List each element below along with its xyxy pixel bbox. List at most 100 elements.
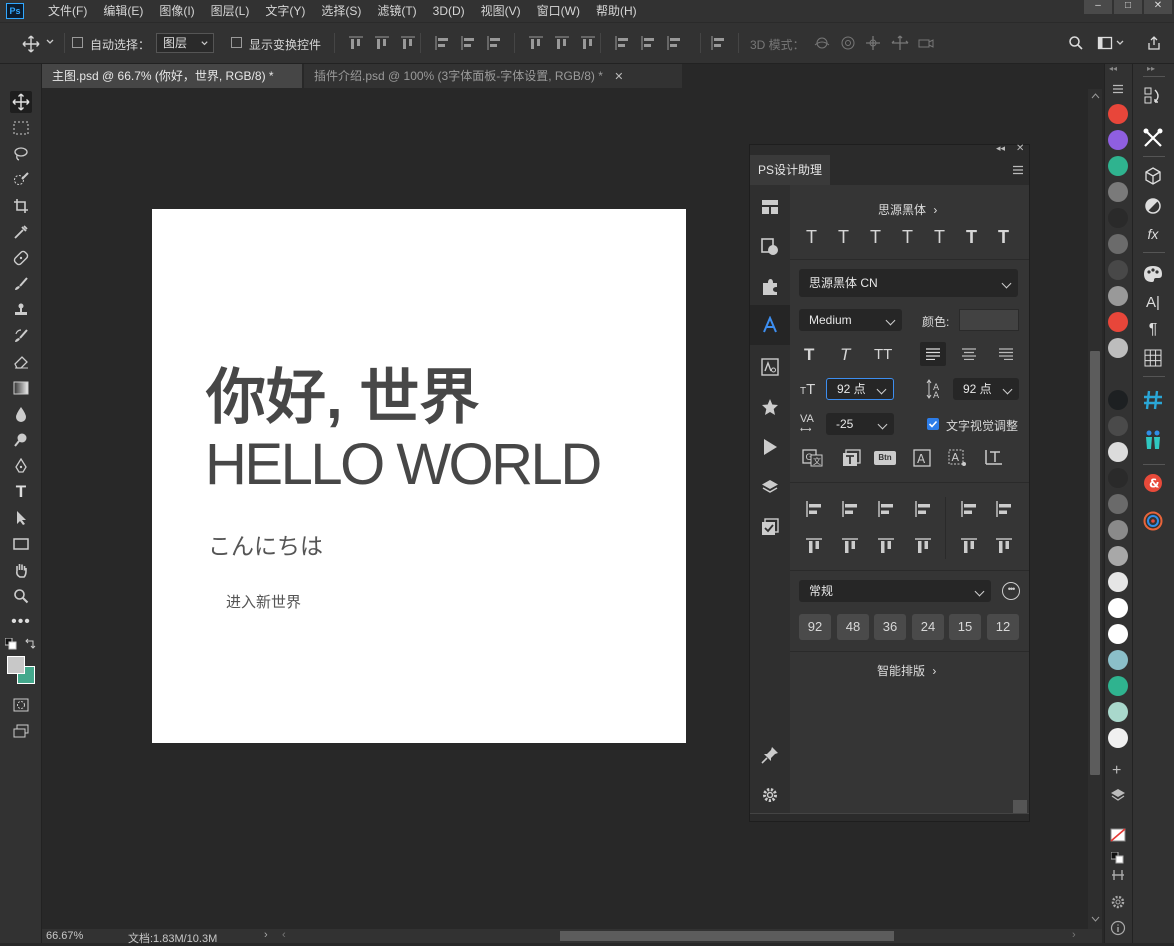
- distribute-right-icon[interactable]: [666, 35, 682, 51]
- headline-chinese[interactable]: 你好, 世界: [206, 349, 479, 436]
- quick-selection-tool[interactable]: [10, 169, 32, 191]
- align-left-icon[interactable]: [805, 500, 823, 518]
- zoom-tool[interactable]: [10, 585, 32, 607]
- history-panel-icon[interactable]: [1142, 85, 1164, 107]
- distribute-v-icon[interactable]: [914, 537, 932, 555]
- align-middle-box-icon[interactable]: [960, 537, 978, 555]
- align-right-icon[interactable]: [877, 500, 895, 518]
- menu-help[interactable]: 帮助(H): [588, 0, 645, 22]
- subtitle-japanese[interactable]: こんにちは: [208, 527, 323, 561]
- color-swatch[interactable]: [1108, 130, 1128, 150]
- size-preset-button[interactable]: 24: [912, 614, 944, 640]
- hand-tool[interactable]: [10, 559, 32, 581]
- align-bottom-icon[interactable]: [877, 537, 895, 555]
- font-family-link[interactable]: 思源黑体 ›: [878, 201, 937, 218]
- scroll-up-icon[interactable]: [1091, 92, 1100, 100]
- rectangle-tool[interactable]: [10, 533, 32, 555]
- distribute-bottom-icon[interactable]: [580, 35, 596, 51]
- color-swatch[interactable]: [1108, 572, 1128, 592]
- collapse-icon[interactable]: ◂◂: [1109, 64, 1127, 73]
- align-vertical-centers-icon[interactable]: [374, 35, 390, 51]
- text-baseline-icon[interactable]: [984, 449, 1004, 467]
- all-caps-button[interactable]: TT: [874, 346, 892, 363]
- spiral-plugin-icon[interactable]: [1142, 510, 1164, 532]
- resize-grip[interactable]: [1013, 800, 1027, 814]
- leading-select[interactable]: 92 点: [953, 378, 1019, 400]
- size-preset-button[interactable]: 92: [799, 614, 831, 640]
- color-swatch[interactable]: [1108, 312, 1128, 332]
- color-swatch[interactable]: [1108, 286, 1128, 306]
- eraser-tool[interactable]: [10, 351, 32, 373]
- 3d-cube-icon[interactable]: [1142, 165, 1164, 187]
- align-top-icon[interactable]: [805, 537, 823, 555]
- tracking-select[interactable]: -25: [826, 413, 894, 435]
- pin-icon[interactable]: [758, 743, 782, 767]
- tools-cross-icon[interactable]: [1142, 127, 1164, 149]
- horizontal-scroll-thumb[interactable]: [560, 931, 894, 941]
- color-swatch[interactable]: [1108, 182, 1128, 202]
- swap-swatch-icon[interactable]: [1111, 852, 1125, 864]
- auto-align-layers-icon[interactable]: [710, 35, 726, 51]
- align-left-text-button[interactable]: [920, 342, 946, 366]
- text-panel-icon[interactable]: [750, 305, 790, 345]
- align-center-both-icon[interactable]: [960, 500, 978, 518]
- gradient-tool[interactable]: [10, 377, 32, 399]
- font-search-icon[interactable]: [758, 355, 782, 379]
- foreground-color-swatch[interactable]: [7, 656, 25, 674]
- faux-bold-button[interactable]: T: [804, 345, 814, 365]
- adjustments-icon[interactable]: [1142, 195, 1164, 217]
- brush-tool[interactable]: [10, 273, 32, 295]
- distribute-hcenter-icon[interactable]: [640, 35, 656, 51]
- color-swatch[interactable]: [1108, 338, 1128, 358]
- size-preset-button[interactable]: 36: [874, 614, 906, 640]
- color-swatch[interactable]: [1108, 624, 1128, 644]
- crop-tool[interactable]: [10, 195, 32, 217]
- menu-edit[interactable]: 编辑(E): [95, 0, 151, 22]
- size-preset-button[interactable]: 12: [987, 614, 1019, 640]
- weight-thin-button[interactable]: T: [806, 227, 817, 248]
- font-size-select[interactable]: 92 点: [826, 378, 894, 400]
- menu-view[interactable]: 视图(V): [473, 0, 529, 22]
- star-icon[interactable]: [758, 395, 782, 419]
- zoom-level[interactable]: 66.67%: [46, 930, 83, 942]
- artboard[interactable]: 你好, 世界 HELLO WORLD こんにちは 进入新世界: [152, 209, 686, 743]
- swatch-menu-icon[interactable]: [1112, 84, 1124, 94]
- align-bottom-edges-icon[interactable]: [400, 35, 416, 51]
- color-swatch[interactable]: [1108, 676, 1128, 696]
- style-select[interactable]: 常规: [799, 580, 991, 602]
- size-preset-button[interactable]: 15: [949, 614, 981, 640]
- scroll-right-icon[interactable]: ›: [1072, 929, 1076, 941]
- scroll-down-icon[interactable]: [1091, 915, 1100, 923]
- sync-icon[interactable]: [1111, 868, 1125, 882]
- weight-light-button[interactable]: T: [870, 227, 881, 248]
- smart-layout-link[interactable]: 智能排版 ›: [877, 662, 936, 679]
- button-text-icon[interactable]: Btn: [874, 451, 896, 465]
- translate-text-icon[interactable]: G文: [802, 449, 824, 467]
- default-colors-icon[interactable]: [5, 638, 17, 650]
- maximize-button[interactable]: □: [1114, 0, 1142, 14]
- 3d-camera-icon[interactable]: [917, 35, 934, 51]
- align-left-edges-icon[interactable]: [434, 35, 450, 51]
- shapes-icon[interactable]: [758, 235, 782, 259]
- collapse-icon[interactable]: ▸▸: [1147, 64, 1155, 73]
- align-hcenter-icon[interactable]: [841, 500, 859, 518]
- weight-heavy-button[interactable]: T: [998, 227, 1009, 248]
- caption-text[interactable]: 进入新世界: [226, 591, 301, 612]
- add-swatch-icon[interactable]: +: [1112, 762, 1121, 780]
- color-swatch[interactable]: [1108, 234, 1128, 254]
- color-swatch[interactable]: [1108, 416, 1128, 436]
- distribute-top-icon[interactable]: [528, 35, 544, 51]
- align-vcenter-icon[interactable]: [841, 537, 859, 555]
- play-icon[interactable]: [758, 435, 782, 459]
- pen-tool[interactable]: [10, 455, 32, 477]
- collapse-icon[interactable]: ◂◂: [996, 143, 1005, 154]
- headline-english[interactable]: HELLO WORLD: [205, 431, 602, 498]
- 3d-roll-icon[interactable]: [840, 35, 856, 51]
- weight-extralight-button[interactable]: T: [838, 227, 849, 248]
- settings-gear-icon[interactable]: [1110, 894, 1126, 910]
- color-swatch[interactable]: [1108, 468, 1128, 488]
- grid-icon[interactable]: [1142, 347, 1164, 369]
- menu-select[interactable]: 选择(S): [313, 0, 369, 22]
- panel-menu-icon[interactable]: [1012, 165, 1024, 175]
- text-frame-icon[interactable]: [842, 449, 862, 467]
